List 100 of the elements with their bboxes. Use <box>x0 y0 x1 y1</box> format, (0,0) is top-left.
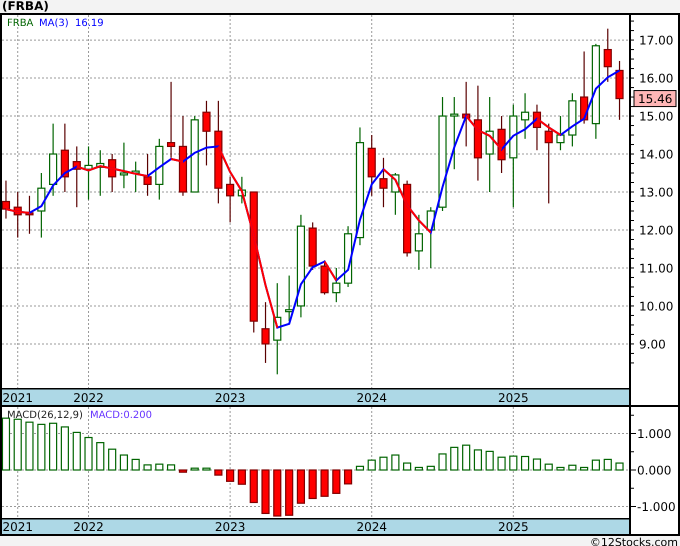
macd-bar <box>462 444 470 471</box>
year-label: 2023 <box>214 520 246 534</box>
macd-bar <box>238 469 246 485</box>
macd-bar <box>497 456 506 471</box>
macd-bar <box>308 469 317 500</box>
price-axis-label: 9.00 <box>639 337 666 352</box>
price-axis-label: 16.00 <box>639 72 674 86</box>
year-label: 2025 <box>498 391 529 405</box>
macd-bar <box>132 458 140 471</box>
macd-bar <box>37 424 46 471</box>
macd-bar <box>285 469 294 516</box>
candlestick <box>60 124 69 192</box>
macd-bar <box>14 418 22 471</box>
macd-bar <box>580 466 588 471</box>
macd-bar <box>332 469 340 494</box>
macd-bar <box>592 460 600 471</box>
macd-bar <box>356 466 364 471</box>
legend-indicator: MA(3) <box>39 18 69 29</box>
year-label: 2022 <box>73 391 104 405</box>
candlestick <box>426 207 435 268</box>
macd-bar <box>320 469 329 497</box>
macd-bar <box>273 469 282 517</box>
macd-bar <box>296 469 306 504</box>
candlestick <box>568 93 576 146</box>
macd-bar <box>155 464 164 471</box>
macd-bar <box>438 453 447 471</box>
macd-axis-label: 0.000 <box>637 464 672 478</box>
macd-bar <box>344 469 352 484</box>
year-label: 2022 <box>73 520 104 534</box>
macd-bar <box>143 464 152 471</box>
price-axis-label: 12.00 <box>639 224 674 238</box>
legend-symbol: FRBA <box>7 18 34 29</box>
macd-bar <box>379 456 388 471</box>
copyright-text: ©12Stocks.com <box>590 536 679 546</box>
macd-bar <box>568 464 576 471</box>
candlestick <box>320 260 329 295</box>
candlestick <box>604 28 612 82</box>
candlestick <box>556 116 565 150</box>
macd-bar <box>72 432 81 471</box>
macd-bar <box>520 456 530 471</box>
macd-bar <box>84 436 93 471</box>
candlestick <box>108 154 116 192</box>
macd-bar <box>544 464 553 471</box>
candlestick <box>379 158 388 208</box>
macd-bar <box>166 464 176 471</box>
macd-bar <box>450 446 458 471</box>
candlestick <box>497 116 506 173</box>
candlestick <box>238 176 246 204</box>
last-price-label: 15.46 <box>634 90 676 108</box>
price-axis-label: 14.00 <box>639 148 674 162</box>
candlestick <box>261 302 270 363</box>
macd-bar <box>486 450 494 471</box>
macd-bar <box>250 469 258 504</box>
candlestick <box>308 222 317 270</box>
macd-bar <box>226 469 234 482</box>
candlestick <box>615 60 624 120</box>
candlestick <box>285 276 294 322</box>
macd-bar <box>178 469 188 473</box>
macd-bar <box>403 462 412 471</box>
year-label: 2024 <box>356 391 387 405</box>
macd-title: MACD(26,12,9) <box>7 410 83 421</box>
candlestick <box>96 150 104 196</box>
macd-bar <box>190 468 199 471</box>
macd-bar <box>474 449 482 471</box>
price-axis-label: 10.00 <box>639 299 674 314</box>
legend-value: 16.19 <box>75 18 104 29</box>
macd-bar <box>556 466 565 471</box>
candlestick <box>520 93 530 139</box>
candlestick <box>226 176 234 222</box>
year-label: 2021 <box>2 520 33 534</box>
candlestick <box>2 180 10 219</box>
year-label: 2025 <box>498 520 529 534</box>
candlestick <box>332 268 340 302</box>
macd-bar <box>214 469 222 476</box>
candlestick <box>84 146 93 200</box>
macd-bar <box>414 466 423 471</box>
candlestick <box>37 173 46 238</box>
candlestick <box>344 226 352 287</box>
candlestick <box>391 173 400 215</box>
macd-bar <box>60 426 69 471</box>
macd-bar <box>49 422 58 471</box>
candlestick <box>143 154 152 196</box>
price-axis-label: 13.00 <box>639 186 674 200</box>
candlestick <box>532 104 542 150</box>
macd-bar <box>25 422 34 471</box>
macd-axis-label: -1.000 <box>637 500 676 514</box>
macd-bar <box>509 456 518 471</box>
macd-bar <box>202 468 211 471</box>
candlestick <box>14 192 22 238</box>
price-axis-label: 11.00 <box>639 261 674 276</box>
candlestick <box>414 214 423 270</box>
macd-bar <box>261 469 270 514</box>
macd-reading: MACD:0.200 <box>90 410 152 421</box>
candlestick <box>462 82 470 146</box>
macd-bar <box>108 448 116 471</box>
price-axis-label: 17.00 <box>639 34 674 48</box>
candlestick <box>132 162 140 192</box>
candlestick <box>202 100 211 166</box>
candlestick <box>72 146 81 208</box>
macd-bar <box>368 460 376 471</box>
